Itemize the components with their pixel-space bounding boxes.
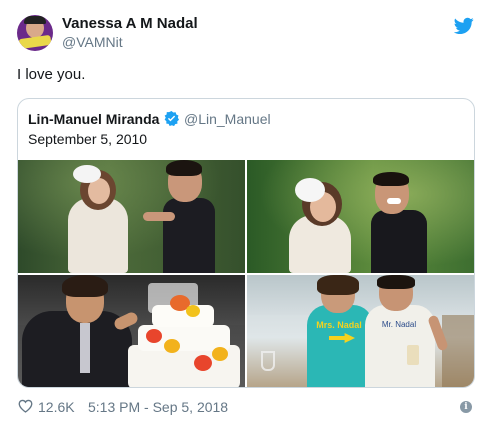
author-name[interactable]: Vanessa A M Nadal <box>62 15 198 32</box>
wedding-photo-3[interactable] <box>18 275 245 387</box>
info-icon[interactable]: i <box>460 401 472 413</box>
wedding-photo-1[interactable] <box>18 160 245 273</box>
like-count[interactable]: 12.6K <box>38 399 75 415</box>
author-handle[interactable]: @VAMNit <box>62 34 123 50</box>
quoted-tweet-text: September 5, 2010 <box>28 131 148 147</box>
quoted-author-name[interactable]: Lin-Manuel Miranda <box>28 111 159 127</box>
heart-icon[interactable] <box>18 399 33 413</box>
wedding-photo-4[interactable]: Mrs. Nadal Mr. Nadal <box>247 275 474 387</box>
verified-badge-icon <box>164 111 179 126</box>
shirt-text-left: Mrs. Nadal <box>316 320 362 330</box>
embedded-tweet: Vanessa A M Nadal @VAMNit I love you. Li… <box>0 0 479 423</box>
quoted-author-handle[interactable]: @Lin_Manuel <box>184 111 271 127</box>
quoted-tweet[interactable]: Lin-Manuel Miranda @Lin_Manuel September… <box>17 98 475 388</box>
tweet-text: I love you. <box>17 66 86 83</box>
wedding-photo-2[interactable] <box>247 160 474 273</box>
avatar[interactable] <box>17 15 53 51</box>
timestamp[interactable]: 5:13 PM - Sep 5, 2018 <box>88 399 228 415</box>
twitter-bird-icon[interactable] <box>454 17 474 35</box>
shirt-text-right: Mr. Nadal <box>381 320 417 329</box>
